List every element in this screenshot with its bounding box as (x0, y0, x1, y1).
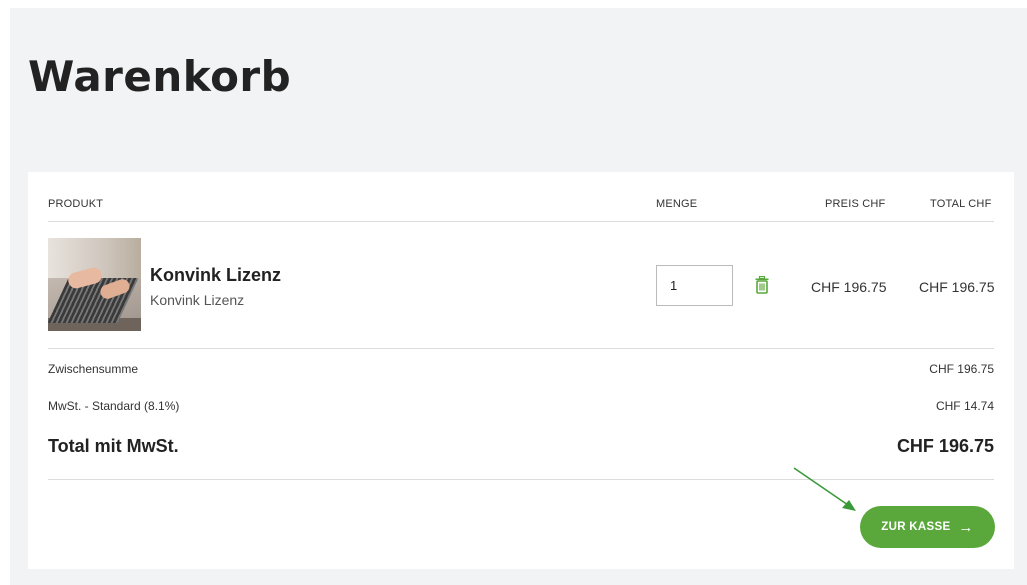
row-divider (48, 348, 994, 349)
product-name[interactable]: Konvink Lizenz (150, 265, 281, 286)
total-value: CHF 196.75 (896, 436, 994, 456)
cart-card (28, 172, 1014, 569)
header-divider (48, 221, 994, 222)
column-header-quantity: MENGE (656, 198, 698, 210)
vat-value: CHF 14.74 (935, 399, 994, 413)
product-price: CHF 196.75 (811, 279, 887, 295)
product-image (48, 238, 141, 331)
trash-icon[interactable] (755, 276, 769, 294)
quantity-input[interactable] (656, 265, 733, 306)
subtotal-label: Zwischensumme (48, 362, 139, 376)
total-label: Total mit MwSt. (48, 436, 179, 456)
checkout-label: ZUR KASSE (881, 521, 951, 533)
page-title: Warenkorb (28, 52, 292, 101)
subtotal-value: CHF 196.75 (929, 362, 994, 376)
vat-label: MwSt. - Standard (8.1%) (48, 399, 180, 413)
product-subtitle: Konvink Lizenz (150, 292, 245, 308)
checkout-button[interactable]: ZUR KASSE → (860, 506, 995, 548)
arrow-right-icon: → (958, 518, 974, 536)
column-header-total: TOTAL CHF (930, 198, 992, 210)
arrow-annotation-icon (793, 467, 856, 511)
product-total: CHF 196.75 (919, 279, 995, 295)
column-header-price: PREIS CHF (825, 198, 886, 210)
column-header-product: PRODUKT (48, 198, 104, 210)
